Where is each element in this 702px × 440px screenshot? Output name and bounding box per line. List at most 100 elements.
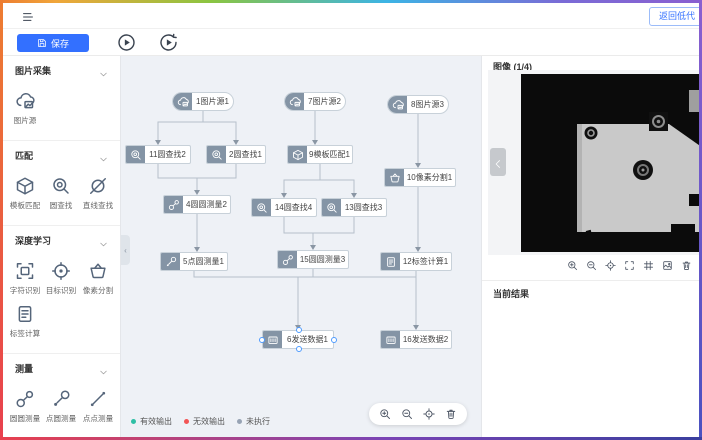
sidebar-section: 测量圆圆测量点圆测量点点测量 <box>3 354 120 437</box>
sidebar-section-header[interactable]: 图片采集 <box>3 56 120 83</box>
sidebar-item-label: 点点测量 <box>83 413 113 423</box>
graph-node[interactable]: 12标签计算1 <box>380 252 452 271</box>
sidebar-section-header[interactable]: 深度学习 <box>3 226 120 253</box>
graph-node[interactable]: 9模板匹配1 <box>287 145 353 164</box>
node-label: 11圆查找2 <box>145 146 190 163</box>
prev-image-button[interactable] <box>490 148 506 176</box>
legend-label: 无效输出 <box>193 416 225 427</box>
menu-icon[interactable] <box>21 10 35 22</box>
trash-icon[interactable] <box>445 408 457 420</box>
trash-icon[interactable] <box>681 259 692 270</box>
sidebar-item-label: 圆查找 <box>50 200 73 210</box>
legend-dot <box>184 419 189 424</box>
image-toolbar <box>567 259 692 270</box>
circle-search-icon <box>126 146 145 163</box>
zoom-in-icon[interactable] <box>567 259 578 270</box>
sidebar-item-label: 像素分割 <box>83 285 113 295</box>
sidebar-section-header[interactable]: 测量 <box>3 354 120 381</box>
cube-icon <box>15 176 35 196</box>
node-label: 2圆查找1 <box>226 146 265 163</box>
sidebar-item-label: 点圆测量 <box>46 413 76 423</box>
zoom-out-icon[interactable] <box>586 259 597 270</box>
graph-node[interactable]: 15圆圆测量3 <box>277 250 349 269</box>
graph-node[interactable]: 10像素分割1 <box>384 168 456 187</box>
node-label: 13圆查找3 <box>341 199 386 216</box>
sidebar-section: 匹配模板匹配圆查找直线查找 <box>3 141 120 226</box>
sidebar-item-cube[interactable]: 模板匹配 <box>7 172 43 215</box>
sidebar-item-label: 目标识别 <box>46 285 76 295</box>
circle-search-icon <box>207 146 226 163</box>
sidebar-item-ocr[interactable]: 字符识别 <box>7 257 43 300</box>
results-panel-title: 当前结果 <box>493 287 529 300</box>
chevron-down-icon <box>99 236 108 245</box>
node-label: 1图片源1 <box>192 93 233 110</box>
save-button[interactable]: 保存 <box>17 34 89 52</box>
graph-node[interactable]: 8图片源3 <box>387 95 449 114</box>
graph-node[interactable]: 11圆查找2 <box>125 145 191 164</box>
sidebar-item-circle-search[interactable]: 圆查找 <box>43 172 79 215</box>
section-items: 圆圆测量点圆测量点点测量 <box>3 381 120 437</box>
locate-icon[interactable] <box>423 408 435 420</box>
sidebar-item-label: 直线查找 <box>83 200 113 210</box>
measure-cc-icon <box>15 389 35 409</box>
measure-cc-icon <box>278 251 297 268</box>
zoom-in-icon[interactable] <box>379 408 391 420</box>
handle-right[interactable] <box>331 337 337 343</box>
result-panel: 图像 (1/4) <box>481 56 702 437</box>
legend-dot <box>131 419 136 424</box>
graph-node[interactable]: 16发送数据2 <box>380 330 452 349</box>
run-continuous-button[interactable] <box>159 33 178 52</box>
handle-top[interactable] <box>296 327 302 333</box>
tool-sidebar: 图片采集图片源匹配模板匹配圆查找直线查找深度学习字符识别目标识别像素分割标签计算… <box>3 56 121 437</box>
section-items: 字符识别目标识别像素分割标签计算 <box>3 253 120 353</box>
vision-flow-app: 返回低代 保存 图片采集图片源匹配模板匹配圆查找直线查找深度学习字符识别目标识别… <box>0 0 702 440</box>
graph-node[interactable]: 2圆查找1 <box>206 145 266 164</box>
graph-node[interactable]: 13圆查找3 <box>321 198 387 217</box>
basket-icon <box>385 169 404 186</box>
graph-node[interactable]: 5点圆测量1 <box>160 252 228 271</box>
sidebar-item-measure-pp[interactable]: 点点测量 <box>80 385 116 428</box>
document-icon <box>15 304 35 324</box>
sidebar-item-line-search[interactable]: 直线查找 <box>80 172 116 215</box>
sidebar-item-label: 模板匹配 <box>10 200 40 210</box>
zoom-out-icon[interactable] <box>401 408 413 420</box>
circle-search-icon <box>51 176 71 196</box>
sidebar-item-target[interactable]: 目标识别 <box>43 257 79 300</box>
sidebar-item-label: 图片源 <box>14 115 37 125</box>
sidebar-item-cloud[interactable]: 图片源 <box>7 87 43 130</box>
sidebar-collapse-handle[interactable]: ‹ <box>121 235 130 265</box>
measure-pp-icon <box>88 389 108 409</box>
legend-item: 有效输出 <box>131 416 172 427</box>
sidebar-item-measure-cc[interactable]: 圆圆测量 <box>7 385 43 428</box>
back-to-lowcode-button[interactable]: 返回低代 <box>649 7 702 26</box>
section-items: 图片源 <box>3 83 120 140</box>
node-label: 8图片源3 <box>407 96 448 113</box>
sidebar-item-label: 圆圆测量 <box>10 413 40 423</box>
section-title: 测量 <box>15 362 33 375</box>
grid-icon[interactable] <box>643 259 654 270</box>
save-image-icon[interactable] <box>662 259 673 270</box>
graph-node[interactable]: 14圆查找4 <box>251 198 317 217</box>
run-once-button[interactable] <box>117 33 136 52</box>
sidebar-section-header[interactable]: 匹配 <box>3 141 120 168</box>
circle-search-icon <box>252 199 271 216</box>
handle-bottom[interactable] <box>296 346 302 352</box>
graph-node[interactable]: 1图片源1 <box>172 92 234 111</box>
node-label: 6发送数据1 <box>282 331 333 348</box>
graph-node[interactable]: 6发送数据1 <box>262 330 334 349</box>
handle-left[interactable] <box>259 337 265 343</box>
result-image <box>521 74 702 252</box>
cloud-icon <box>15 91 35 111</box>
sidebar-item-measure-pc[interactable]: 点圆测量 <box>43 385 79 428</box>
sidebar-item-basket[interactable]: 像素分割 <box>80 257 116 300</box>
flow-canvas[interactable]: 1图片源1 7图片源2 8图片源3 11圆查找2 2圆查找1 9模板匹配1 10像素分割1 4… <box>121 56 481 437</box>
graph-node[interactable]: 7图片源2 <box>284 92 346 111</box>
locate-icon[interactable] <box>605 259 616 270</box>
node-label: 15圆圆测量3 <box>297 251 348 268</box>
fullscreen-icon[interactable] <box>624 259 635 270</box>
node-label: 10像素分割1 <box>404 169 455 186</box>
graph-node[interactable]: 4圆圆测量2 <box>163 195 231 214</box>
image-viewer <box>488 70 702 255</box>
node-label: 5点圆测量1 <box>180 253 227 270</box>
sidebar-item-document[interactable]: 标签计算 <box>7 300 43 343</box>
